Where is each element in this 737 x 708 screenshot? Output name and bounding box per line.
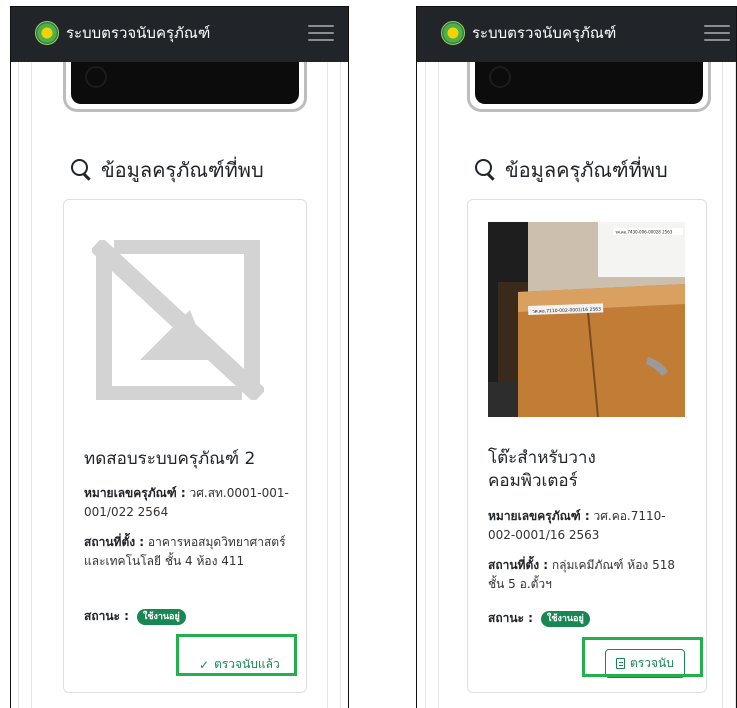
navbar: ระบบตรวจนับครุภัณฑ์ <box>11 7 348 62</box>
hamburger-menu-icon[interactable] <box>308 21 334 43</box>
asset-title: โต๊ะสำหรับวางคอมพิวเตอร์ <box>488 448 596 491</box>
left-gutter <box>425 62 439 708</box>
photo-sticker-top: วศ.คอ.7430-006-00028 2563 <box>615 230 673 235</box>
left-gutter <box>18 62 32 708</box>
right-gutter <box>327 62 341 708</box>
camera-preview <box>63 62 307 112</box>
section-title: ข้อมูลครุภัณฑ์ที่พบ <box>71 154 264 186</box>
asset-status: สถานะ : ใช้งานอยู่ <box>84 607 186 626</box>
app-brand[interactable]: ระบบตรวจนับครุภัณฑ์ <box>472 21 616 45</box>
asset-status: สถานะ : ใช้งานอยู่ <box>488 609 590 628</box>
section-title-text: ข้อมูลครุภัณฑ์ที่พบ <box>101 158 264 182</box>
app-brand[interactable]: ระบบตรวจนับครุภัณฑ์ <box>66 21 210 45</box>
highlight-box-count <box>582 637 703 677</box>
asset-card: ทดสอบระบบครุภัณฑ์ 2 หมายเลขครุภัณฑ์ : วศ… <box>63 199 307 693</box>
asset-location: สถานที่ตั้ง : อาคารหอสมุดวิทยาศาสตร์และเ… <box>84 533 289 571</box>
section-title-text: ข้อมูลครุภัณฑ์ที่พบ <box>505 158 668 182</box>
camera-preview <box>467 62 711 112</box>
asset-number: หมายเลขครุภัณฑ์ : วศ.สท.0001-001-001/022… <box>84 484 289 522</box>
search-icon <box>71 159 93 181</box>
no-image-icon <box>92 240 264 400</box>
status-badge: ใช้งานอยู่ <box>136 608 186 625</box>
asset-title: ทดสอบระบบครุภัณฑ์ 2 <box>84 449 256 469</box>
asset-number-label: หมายเลขครุภัณฑ์ : <box>488 509 590 523</box>
left-phone-screen: ระบบตรวจนับครุภัณฑ์ ข้อมูลครุภัณฑ์ที่พบ … <box>10 6 349 708</box>
status-label: สถานะ : <box>488 611 533 625</box>
highlight-box-checked <box>176 634 297 676</box>
asset-location-label: สถานที่ตั้ง : <box>84 535 145 549</box>
right-gutter <box>722 62 736 708</box>
asset-location-label: สถานที่ตั้ง : <box>488 558 549 572</box>
asset-card: วศ.คอ.7110-002-0001/16 2563 วศ.คอ.7430-0… <box>467 199 707 693</box>
section-title: ข้อมูลครุภัณฑ์ที่พบ <box>475 154 668 186</box>
status-badge: ใช้งานอยู่ <box>540 610 590 627</box>
asset-number-label: หมายเลขครุภัณฑ์ : <box>84 486 186 500</box>
status-label: สถานะ : <box>84 609 129 623</box>
navbar: ระบบตรวจนับครุภัณฑ์ <box>417 7 736 62</box>
asset-photo: วศ.คอ.7110-002-0001/16 2563 วศ.คอ.7430-0… <box>488 222 685 417</box>
right-phone-screen: ระบบตรวจนับครุภัณฑ์ ข้อมูลครุภัณฑ์ที่พบ … <box>416 6 737 708</box>
asset-location: สถานที่ตั้ง : กลุ่มเคมีภัณฑ์ ห้อง 518 ชั… <box>488 556 688 594</box>
search-icon <box>475 159 497 181</box>
app-logo-icon <box>35 21 59 45</box>
hamburger-menu-icon[interactable] <box>704 21 730 43</box>
asset-number: หมายเลขครุภัณฑ์ : วศ.คอ.7110-002-0001/16… <box>488 507 688 545</box>
app-logo-icon <box>441 21 465 45</box>
